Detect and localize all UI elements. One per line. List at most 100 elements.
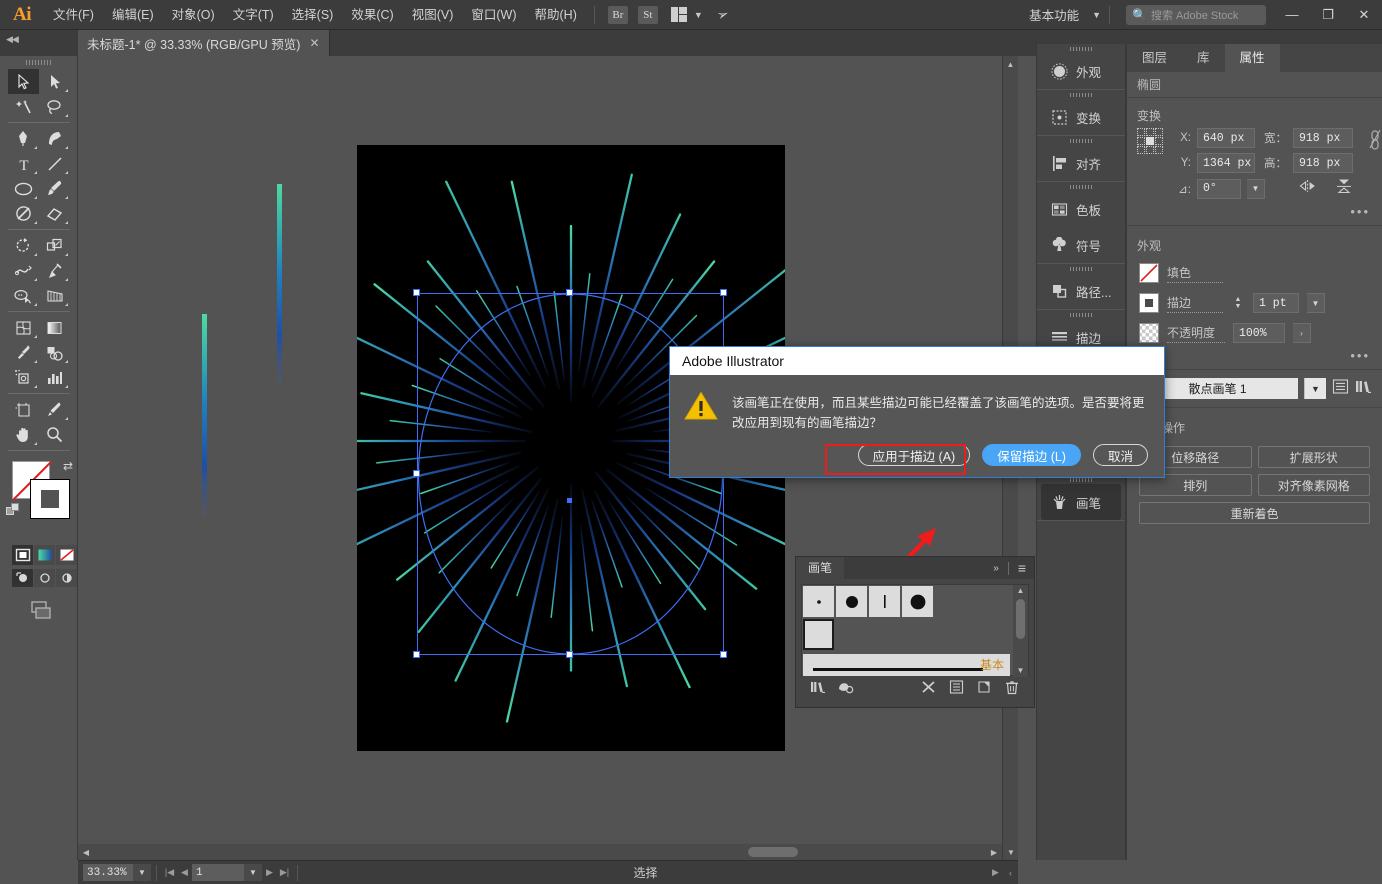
new-brush-icon[interactable] — [970, 676, 998, 698]
dock-item-align[interactable]: 对齐 — [1037, 145, 1125, 181]
opacity-options-icon[interactable]: › — [1293, 323, 1311, 343]
brush-libraries-menu-icon[interactable] — [804, 676, 832, 698]
tool-type[interactable]: T — [8, 151, 39, 176]
tool-paintbrush[interactable] — [39, 176, 70, 201]
swap-fill-stroke-icon[interactable]: ⇄ — [63, 459, 73, 473]
menu-object[interactable]: 对象(O) — [163, 0, 224, 30]
tool-lasso[interactable] — [39, 94, 70, 119]
opacity-swatch[interactable] — [1139, 323, 1159, 343]
brush-item[interactable] — [803, 586, 834, 617]
tool-symbol-sprayer[interactable] — [8, 365, 39, 390]
stroke-weight-stepper[interactable]: ▲▼ — [1231, 293, 1245, 313]
brush-item-art[interactable] — [803, 654, 1010, 676]
tool-shaper[interactable] — [8, 201, 39, 226]
close-button[interactable]: ✕ — [1346, 0, 1382, 30]
dock-item-brushes[interactable]: 画笔 — [1041, 484, 1121, 520]
brushes-scrollbar[interactable]: ▲ ▼ — [1013, 585, 1028, 677]
tool-direct-selection[interactable] — [39, 69, 70, 94]
arrange-documents-button[interactable]: ▼ — [671, 7, 703, 22]
tool-curvature[interactable] — [39, 126, 70, 151]
menu-window[interactable]: 窗口(W) — [462, 0, 525, 30]
canvas-horizontal-scrollbar[interactable]: ◀ ▶ — [78, 844, 1002, 860]
tool-scale[interactable] — [39, 233, 70, 258]
dock-handle[interactable] — [1037, 136, 1125, 145]
draw-normal-button[interactable] — [12, 569, 33, 587]
menu-edit[interactable]: 编辑(E) — [103, 0, 163, 30]
tool-gradient[interactable] — [39, 315, 70, 340]
rocket-icon[interactable]: ➢ — [714, 5, 731, 25]
dock-handle[interactable] — [1037, 44, 1125, 53]
tool-zoom[interactable] — [39, 422, 70, 447]
scroll-down-icon[interactable]: ▼ — [1013, 665, 1028, 677]
brush-options-icon[interactable] — [942, 676, 970, 698]
tool-width[interactable] — [8, 258, 39, 283]
maximize-button[interactable]: ❐ — [1310, 0, 1346, 30]
stroke-weight-dropdown-icon[interactable]: ▼ — [1307, 293, 1325, 313]
stroke-swatch[interactable] — [30, 479, 70, 519]
y-input[interactable]: 1364 px — [1197, 153, 1255, 173]
screen-mode-button[interactable] — [0, 599, 77, 621]
stroke-weight-input[interactable]: 1 pt — [1253, 293, 1299, 313]
collapse-panel-icon[interactable]: » — [993, 563, 999, 574]
prev-artboard-button[interactable]: ◀ — [177, 864, 192, 881]
brush-item[interactable] — [869, 586, 900, 617]
reference-point-selector[interactable] — [1137, 128, 1167, 158]
h-scroll-thumb[interactable] — [748, 847, 798, 857]
tool-artboard[interactable] — [8, 397, 39, 422]
minimize-button[interactable]: — — [1274, 0, 1310, 30]
status-menu-icon[interactable]: ▶ — [988, 864, 1003, 881]
tool-ellipse[interactable] — [8, 176, 39, 201]
align-pixel-grid-button[interactable]: 对齐像素网格 — [1258, 474, 1371, 496]
brushes-list[interactable]: 基本 ▲ ▼ — [801, 584, 1029, 676]
gradient-mode-button[interactable] — [34, 545, 55, 565]
fill-color-swatch[interactable] — [1139, 263, 1159, 283]
tool-eyedropper[interactable] — [8, 340, 39, 365]
width-input[interactable]: 918 px — [1293, 128, 1353, 148]
leave-strokes-button[interactable]: 保留描边 (L) — [982, 444, 1081, 466]
dock-item-appearance[interactable]: 外观 — [1037, 53, 1125, 89]
tool-pen[interactable] — [8, 126, 39, 151]
brushes-scroll-thumb[interactable] — [1016, 599, 1025, 639]
brush-item-selected[interactable] — [803, 619, 834, 650]
zoom-level-input[interactable]: 33.33% — [83, 864, 133, 881]
brush-definition-dropdown-icon[interactable]: ▼ — [1304, 378, 1326, 399]
scroll-up-icon[interactable]: ▲ — [1013, 585, 1028, 597]
next-artboard-button[interactable]: ▶ — [262, 864, 277, 881]
tab-libraries[interactable]: 库 — [1182, 44, 1225, 72]
tool-line-segment[interactable] — [39, 151, 70, 176]
last-artboard-button[interactable]: ▶| — [277, 864, 292, 881]
tool-selection[interactable] — [8, 69, 39, 94]
tool-free-transform[interactable] — [39, 258, 70, 283]
remove-brush-link-icon[interactable] — [914, 676, 942, 698]
workspace-chevron-icon[interactable]: ▼ — [1092, 10, 1101, 20]
menu-help[interactable]: 帮助(H) — [526, 0, 586, 30]
link-dimensions-icon[interactable] — [1368, 128, 1382, 154]
menu-effect[interactable]: 效果(C) — [342, 0, 402, 30]
brush-options-icon[interactable] — [1332, 379, 1349, 399]
tab-layers[interactable]: 图层 — [1127, 44, 1182, 72]
brush-libraries-icon[interactable] — [1355, 379, 1372, 399]
delete-brush-icon[interactable] — [998, 676, 1026, 698]
toolbar-collapse-icon[interactable]: ◀◀ — [6, 34, 18, 45]
tool-column-graph[interactable] — [39, 365, 70, 390]
close-icon[interactable]: ✕ — [309, 36, 319, 50]
default-fill-stroke-icon[interactable] — [6, 503, 22, 524]
status-expand-icon[interactable]: ‹ — [1003, 864, 1018, 881]
scroll-left-icon[interactable]: ◀ — [78, 844, 94, 860]
tool-mesh[interactable] — [8, 315, 39, 340]
draw-behind-button[interactable] — [34, 569, 55, 587]
dock-handle[interactable] — [1037, 310, 1125, 319]
none-mode-button[interactable] — [56, 545, 77, 565]
menu-view[interactable]: 视图(V) — [403, 0, 463, 30]
angle-input[interactable]: 0° — [1197, 179, 1241, 199]
scroll-up-icon[interactable]: ▲ — [1003, 56, 1018, 72]
draw-inside-button[interactable] — [56, 569, 77, 587]
expand-shape-button[interactable]: 扩展形状 — [1258, 446, 1371, 468]
tool-rotate[interactable] — [8, 233, 39, 258]
artboard-number-input[interactable]: 1 — [192, 864, 244, 881]
panel-menu-icon[interactable]: ≡ — [1018, 560, 1026, 576]
cancel-button[interactable]: 取消 — [1093, 444, 1148, 466]
menu-select[interactable]: 选择(S) — [283, 0, 343, 30]
brushes-tab[interactable]: 画笔 — [796, 557, 844, 579]
workspace-switcher-label[interactable]: 基本功能 — [1023, 5, 1085, 24]
